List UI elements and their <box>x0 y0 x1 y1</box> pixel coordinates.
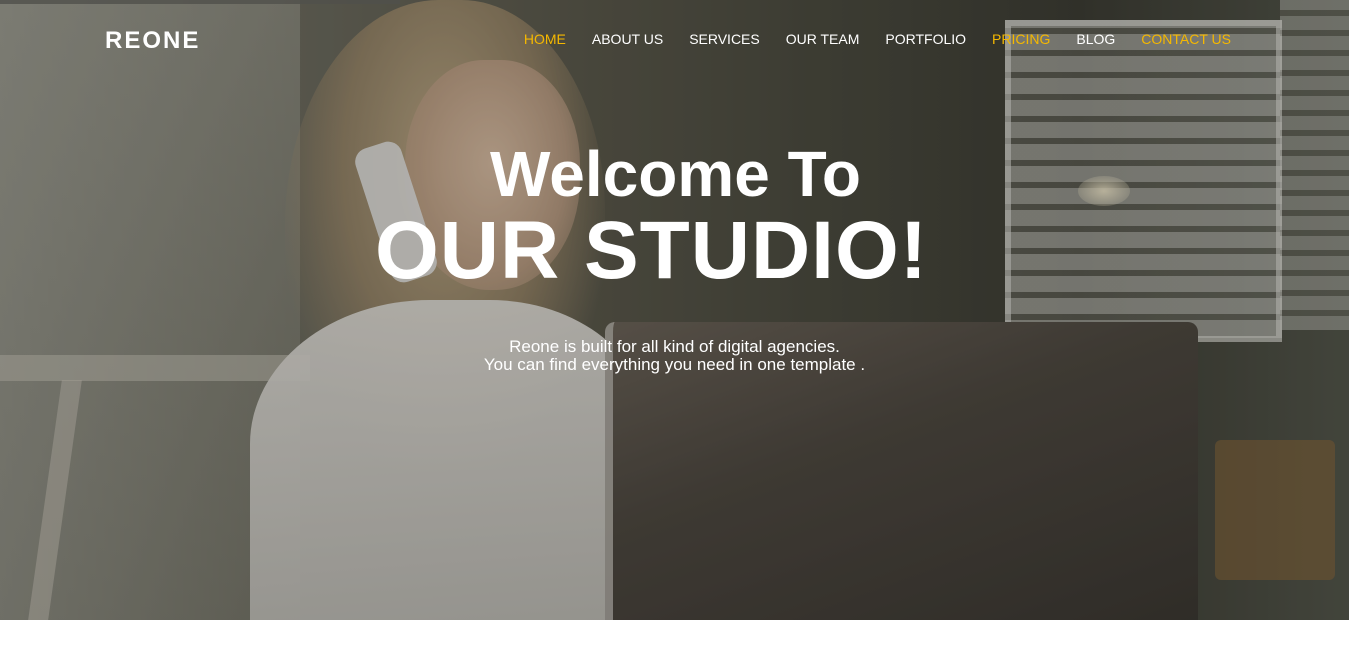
site-logo[interactable]: REONE <box>105 27 200 55</box>
main-navigation: HOME ABOUT US SERVICES OUR TEAM PORTFOLI… <box>524 31 1231 49</box>
nav-item-services: SERVICES <box>689 31 760 49</box>
nav-link-home[interactable]: HOME <box>524 31 566 47</box>
nav-link-portfolio[interactable]: PORTFOLIO <box>885 31 966 47</box>
top-loading-bar <box>0 0 400 4</box>
hero-description: Reone is built for all kind of digital a… <box>0 338 1349 374</box>
hero-title-studio: OUR STUDIO! <box>374 205 929 296</box>
hero-title-welcome: Welcome To <box>489 138 862 210</box>
nav-link-services[interactable]: SERVICES <box>689 31 760 47</box>
nav-item-portfolio: PORTFOLIO <box>885 31 966 49</box>
nav-link-contact-us[interactable]: CONTACT US <box>1141 31 1231 47</box>
nav-item-contact-us: CONTACT US <box>1141 31 1231 49</box>
nav-link-pricing[interactable]: PRICING <box>992 31 1050 47</box>
hero-section: REONE HOME ABOUT US SERVICES OUR TEAM PO… <box>0 0 1349 620</box>
nav-link-blog[interactable]: BLOG <box>1076 31 1115 47</box>
nav-link-our-team[interactable]: OUR TEAM <box>786 31 860 47</box>
nav-link-about-us[interactable]: ABOUT US <box>592 31 663 47</box>
nav-item-blog: BLOG <box>1076 31 1115 49</box>
hero-content: Welcome To OUR STUDIO! Reone is built fo… <box>0 140 1349 374</box>
nav-item-home: HOME <box>524 31 566 49</box>
nav-item-our-team: OUR TEAM <box>786 31 860 49</box>
nav-item-pricing: PRICING <box>992 31 1050 49</box>
hero-description-line-1: Reone is built for all kind of digital a… <box>509 337 840 356</box>
hero-description-line-2: You can find everything you need in one … <box>483 355 866 374</box>
nav-item-about-us: ABOUT US <box>592 31 663 49</box>
